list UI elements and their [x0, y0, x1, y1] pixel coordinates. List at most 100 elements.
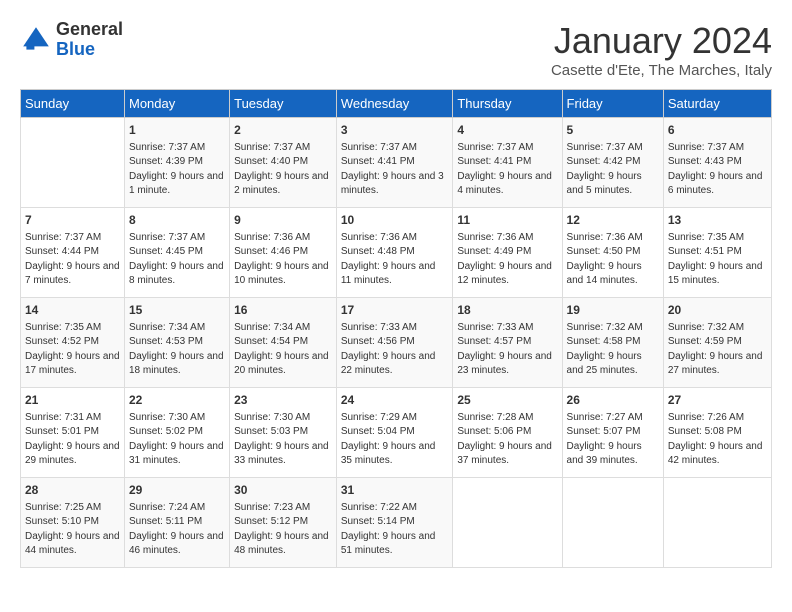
calendar-cell: 19 Sunrise: 7:32 AMSunset: 4:58 PMDayligh… [562, 298, 663, 388]
day-number: 21 [25, 392, 120, 409]
day-number: 26 [567, 392, 659, 409]
header-tuesday: Tuesday [230, 90, 337, 118]
calendar-cell: 7 Sunrise: 7:37 AMSunset: 4:44 PMDaylight… [21, 208, 125, 298]
cell-content: Sunrise: 7:37 AMSunset: 4:41 PMDaylight:… [341, 141, 449, 199]
cell-content: Sunrise: 7:26 AMSunset: 5:08 PMDaylight:… [668, 411, 767, 469]
calendar-cell: 4Sunrise: 7:37 AMSunset: 4:41 PMDaylight… [453, 118, 562, 208]
cell-content: Sunrise: 7:37 AMSunset: 4:43 PMDaylight:… [668, 141, 767, 199]
cell-content: Sunrise: 7:37 AMSunset: 4:44 PMDaylight:… [25, 231, 120, 289]
calendar-cell: 6 Sunrise: 7:37 AMSunset: 4:43 PMDaylight… [663, 118, 771, 208]
day-number: 31 [341, 482, 449, 499]
cell-content: Sunrise: 7:37 AMSunset: 4:41 PMDaylight:… [457, 141, 557, 199]
calendar-week-row: 1Sunrise: 7:37 AMSunset: 4:39 PMDaylight… [21, 118, 772, 208]
day-number: 17 [341, 302, 449, 319]
day-number: 24 [341, 392, 449, 409]
calendar-cell: 9 Sunrise: 7:36 AMSunset: 4:46 PMDaylight… [230, 208, 337, 298]
calendar-cell: 13Sunrise: 7:35 AMSunset: 4:51 PMDayligh… [663, 208, 771, 298]
calendar-week-row: 28 Sunrise: 7:25 AMSunset: 5:10 PMDayligh… [21, 478, 772, 568]
day-number: 19 [567, 302, 659, 319]
calendar-cell: 31 Sunrise: 7:22 AMSunset: 5:14 PMDayligh… [336, 478, 453, 568]
cell-content: Sunrise: 7:30 AMSunset: 5:02 PMDaylight:… [129, 411, 225, 469]
calendar-cell: 29Sunrise: 7:24 AMSunset: 5:11 PMDayligh… [125, 478, 230, 568]
cell-content: Sunrise: 7:36 AMSunset: 4:46 PMDaylight:… [234, 231, 332, 289]
location-subtitle: Casette d'Ete, The Marches, Italy [551, 62, 772, 79]
calendar-cell [562, 478, 663, 568]
header-saturday: Saturday [663, 90, 771, 118]
cell-content: Sunrise: 7:36 AMSunset: 4:48 PMDaylight:… [341, 231, 449, 289]
cell-content: Sunrise: 7:37 AMSunset: 4:45 PMDaylight:… [129, 231, 225, 289]
calendar-cell: 18 Sunrise: 7:33 AMSunset: 4:57 PMDayligh… [453, 298, 562, 388]
calendar-week-row: 21 Sunrise: 7:31 AMSunset: 5:01 PMDayligh… [21, 388, 772, 478]
day-number: 3 [341, 122, 449, 139]
calendar-cell: 16 Sunrise: 7:34 AMSunset: 4:54 PMDayligh… [230, 298, 337, 388]
calendar-cell: 30 Sunrise: 7:23 AMSunset: 5:12 PMDayligh… [230, 478, 337, 568]
calendar-cell: 20Sunrise: 7:32 AMSunset: 4:59 PMDayligh… [663, 298, 771, 388]
calendar-cell: 12 Sunrise: 7:36 AMSunset: 4:50 PMDayligh… [562, 208, 663, 298]
day-number: 28 [25, 482, 120, 499]
day-number: 1 [129, 122, 225, 139]
calendar-cell: 22 Sunrise: 7:30 AMSunset: 5:02 PMDayligh… [125, 388, 230, 478]
calendar-cell: 17 Sunrise: 7:33 AMSunset: 4:56 PMDayligh… [336, 298, 453, 388]
cell-content: Sunrise: 7:32 AMSunset: 4:58 PMDaylight:… [567, 321, 659, 379]
cell-content: Sunrise: 7:34 AMSunset: 4:53 PMDaylight:… [129, 321, 225, 379]
day-number: 14 [25, 302, 120, 319]
header-sunday: Sunday [21, 90, 125, 118]
calendar-cell: 23 Sunrise: 7:30 AMSunset: 5:03 PMDayligh… [230, 388, 337, 478]
day-number: 12 [567, 212, 659, 229]
header-monday: Monday [125, 90, 230, 118]
day-number: 2 [234, 122, 332, 139]
cell-content: Sunrise: 7:30 AMSunset: 5:03 PMDaylight:… [234, 411, 332, 469]
calendar-cell [453, 478, 562, 568]
day-number: 30 [234, 482, 332, 499]
day-number: 8 [129, 212, 225, 229]
logo-blue-text: Blue [56, 39, 95, 59]
day-number: 10 [341, 212, 449, 229]
calendar-cell: 27 Sunrise: 7:26 AMSunset: 5:08 PMDayligh… [663, 388, 771, 478]
cell-content: Sunrise: 7:23 AMSunset: 5:12 PMDaylight:… [234, 501, 332, 559]
cell-content: Sunrise: 7:33 AMSunset: 4:56 PMDaylight:… [341, 321, 449, 379]
cell-content: Sunrise: 7:27 AMSunset: 5:07 PMDaylight:… [567, 411, 659, 469]
cell-content: Sunrise: 7:25 AMSunset: 5:10 PMDaylight:… [25, 501, 120, 559]
cell-content: Sunrise: 7:37 AMSunset: 4:40 PMDaylight:… [234, 141, 332, 199]
cell-content: Sunrise: 7:34 AMSunset: 4:54 PMDaylight:… [234, 321, 332, 379]
header-wednesday: Wednesday [336, 90, 453, 118]
day-number: 6 [668, 122, 767, 139]
title-block: January 2024 Casette d'Ete, The Marches,… [551, 20, 772, 79]
calendar-cell: 8 Sunrise: 7:37 AMSunset: 4:45 PMDaylight… [125, 208, 230, 298]
day-number: 27 [668, 392, 767, 409]
cell-content: Sunrise: 7:24 AMSunset: 5:11 PMDaylight:… [129, 501, 225, 559]
calendar-cell: 2 Sunrise: 7:37 AMSunset: 4:40 PMDaylight… [230, 118, 337, 208]
cell-content: Sunrise: 7:22 AMSunset: 5:14 PMDaylight:… [341, 501, 449, 559]
day-number: 18 [457, 302, 557, 319]
cell-content: Sunrise: 7:33 AMSunset: 4:57 PMDaylight:… [457, 321, 557, 379]
header-thursday: Thursday [453, 90, 562, 118]
calendar-cell: 21 Sunrise: 7:31 AMSunset: 5:01 PMDayligh… [21, 388, 125, 478]
calendar-cell: 26 Sunrise: 7:27 AMSunset: 5:07 PMDayligh… [562, 388, 663, 478]
cell-content: Sunrise: 7:31 AMSunset: 5:01 PMDaylight:… [25, 411, 120, 469]
calendar-week-row: 14Sunrise: 7:35 AMSunset: 4:52 PMDayligh… [21, 298, 772, 388]
day-number: 7 [25, 212, 120, 229]
day-number: 20 [668, 302, 767, 319]
logo-general-text: General [56, 19, 123, 39]
calendar-cell [21, 118, 125, 208]
cell-content: Sunrise: 7:36 AMSunset: 4:49 PMDaylight:… [457, 231, 557, 289]
header-friday: Friday [562, 90, 663, 118]
calendar-cell: 15 Sunrise: 7:34 AMSunset: 4:53 PMDayligh… [125, 298, 230, 388]
logo-icon [20, 24, 52, 56]
calendar-cell: 5Sunrise: 7:37 AMSunset: 4:42 PMDaylight… [562, 118, 663, 208]
calendar-cell: 25Sunrise: 7:28 AMSunset: 5:06 PMDayligh… [453, 388, 562, 478]
day-number: 16 [234, 302, 332, 319]
day-number: 22 [129, 392, 225, 409]
calendar-cell: 1Sunrise: 7:37 AMSunset: 4:39 PMDaylight… [125, 118, 230, 208]
calendar-cell: 14Sunrise: 7:35 AMSunset: 4:52 PMDayligh… [21, 298, 125, 388]
day-number: 23 [234, 392, 332, 409]
cell-content: Sunrise: 7:28 AMSunset: 5:06 PMDaylight:… [457, 411, 557, 469]
logo: General Blue [20, 20, 123, 60]
day-number: 11 [457, 212, 557, 229]
calendar-header-row: SundayMondayTuesdayWednesdayThursdayFrid… [21, 90, 772, 118]
month-title: January 2024 [551, 20, 772, 62]
day-number: 15 [129, 302, 225, 319]
day-number: 9 [234, 212, 332, 229]
calendar-cell [663, 478, 771, 568]
cell-content: Sunrise: 7:36 AMSunset: 4:50 PMDaylight:… [567, 231, 659, 289]
